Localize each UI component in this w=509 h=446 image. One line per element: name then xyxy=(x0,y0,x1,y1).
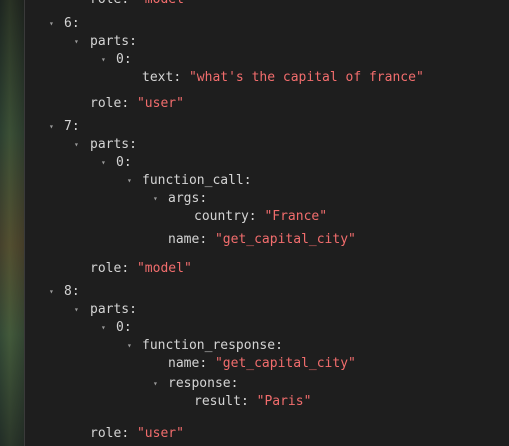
chevron-down-icon[interactable]: ▾ xyxy=(74,301,79,319)
value-name: get_capital_city xyxy=(222,356,349,371)
value-country: France xyxy=(272,209,320,224)
screen: role: "model" ▾ 6: ▾ parts: ▾ 0: text: "… xyxy=(0,0,509,446)
tree-node-parts[interactable]: parts: xyxy=(90,33,137,51)
tree-node-parts[interactable]: parts: xyxy=(90,136,137,154)
chevron-down-icon[interactable]: ▾ xyxy=(127,337,132,355)
chevron-down-icon[interactable]: ▾ xyxy=(101,51,106,69)
tree-row-role: role: "model" xyxy=(90,261,192,276)
chevron-down-icon[interactable]: ▾ xyxy=(153,375,158,393)
tree-row-text: text: "what's the capital of france" xyxy=(142,70,424,85)
chevron-down-icon[interactable]: ▾ xyxy=(49,118,54,136)
value-role: model xyxy=(145,0,184,7)
tree-node-part-0[interactable]: 0: xyxy=(116,154,132,172)
chevron-down-icon[interactable]: ▾ xyxy=(101,154,106,172)
value-role: model xyxy=(144,261,184,276)
chevron-down-icon[interactable]: ▾ xyxy=(74,33,79,51)
tree-row-role-model-top: role: "model" xyxy=(90,0,192,9)
value-role: user xyxy=(144,96,177,111)
tree-row-result: result: "Paris" xyxy=(194,394,312,409)
tree-node-part-0[interactable]: 0: xyxy=(116,51,132,69)
json-tree-viewer: role: "model" ▾ 6: ▾ parts: ▾ 0: text: "… xyxy=(24,0,509,446)
chevron-down-icon[interactable]: ▾ xyxy=(153,190,158,208)
tree-row-role: role: "user" xyxy=(90,96,184,111)
tree-node-response[interactable]: response: xyxy=(168,375,238,393)
desktop-wallpaper-strip xyxy=(0,0,24,446)
chevron-down-icon[interactable]: ▾ xyxy=(49,283,54,301)
tree-node-args[interactable]: args: xyxy=(168,190,207,208)
tree-node-parts[interactable]: parts: xyxy=(90,301,137,319)
value-result: Paris xyxy=(264,394,304,409)
tree-node-function-call[interactable]: function_call: xyxy=(142,172,252,190)
tree-node-function-response[interactable]: function_response: xyxy=(142,337,283,355)
value-name: get_capital_city xyxy=(222,232,349,247)
value-role: user xyxy=(144,426,177,441)
chevron-down-icon[interactable]: ▾ xyxy=(101,319,106,337)
value-text: what's the capital of france xyxy=(196,70,416,85)
chevron-down-icon[interactable]: ▾ xyxy=(127,172,132,190)
tree-node-8[interactable]: 8: xyxy=(64,283,80,301)
tree-node-part-0[interactable]: 0: xyxy=(116,319,132,337)
tree-node-7[interactable]: 7: xyxy=(64,118,80,136)
tree-row-name: name: "get_capital_city" xyxy=(168,356,356,371)
key-role: role xyxy=(90,0,121,7)
tree-row-name: name: "get_capital_city" xyxy=(168,232,356,247)
tree-node-6[interactable]: 6: xyxy=(64,15,80,33)
chevron-down-icon[interactable]: ▾ xyxy=(49,15,54,33)
chevron-down-icon[interactable]: ▾ xyxy=(74,136,79,154)
tree-row-role: role: "user" xyxy=(90,426,184,441)
tree-row-country: country: "France" xyxy=(194,209,328,224)
